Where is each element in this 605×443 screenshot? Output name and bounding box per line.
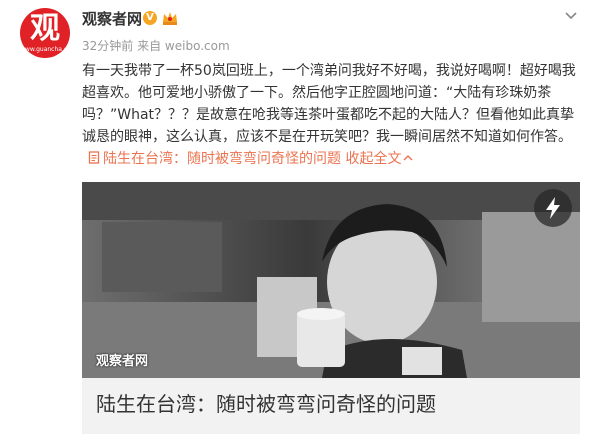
image-watermark: 观察者网 xyxy=(96,354,149,369)
post-text: 有一天我带了一杯50岚回班上，一个湾弟问我好不好喝，我说好喝啊！超好喝我超喜欢。… xyxy=(82,60,582,170)
avatar-logo-url: www.guancha.cn xyxy=(20,46,70,53)
collapse-label: 收起全文 xyxy=(345,151,402,167)
document-icon xyxy=(88,151,100,164)
post-meta: 32分钟前 来自 weibo.com xyxy=(82,38,230,54)
chevron-down-icon[interactable] xyxy=(563,8,579,24)
article-card[interactable]: 观察者网 陆生在台湾：随时被弯弯问奇怪的问题 xyxy=(82,182,580,434)
collapse-button[interactable]: 收起全文 xyxy=(345,151,413,167)
avatar-logo-text: 观 xyxy=(30,11,60,46)
article-link-label: 陆生在台湾：随时被弯弯问奇怪的问题 xyxy=(103,151,341,167)
post-time[interactable]: 32分钟前 xyxy=(82,39,133,53)
post-source[interactable]: 来自 weibo.com xyxy=(137,39,230,53)
vip-crown-icon xyxy=(163,12,177,25)
lightning-icon[interactable] xyxy=(534,189,572,227)
cover-photo-illustration xyxy=(82,182,580,378)
article-link[interactable]: 陆生在台湾：随时被弯弯问奇怪的问题 xyxy=(82,151,345,167)
chevron-up-icon xyxy=(403,155,413,161)
avatar[interactable]: 观 www.guancha.cn xyxy=(20,8,70,58)
post-body: 有一天我带了一杯50岚回班上，一个湾弟问我好不好喝，我说好喝啊！超好喝我超喜欢。… xyxy=(82,63,576,145)
account-name[interactable]: 观察者网 xyxy=(82,8,142,30)
verified-icon: V xyxy=(143,11,157,25)
article-card-title[interactable]: 陆生在台湾：随时被弯弯问奇怪的问题 xyxy=(96,390,436,418)
article-cover-image: 观察者网 xyxy=(82,182,580,378)
